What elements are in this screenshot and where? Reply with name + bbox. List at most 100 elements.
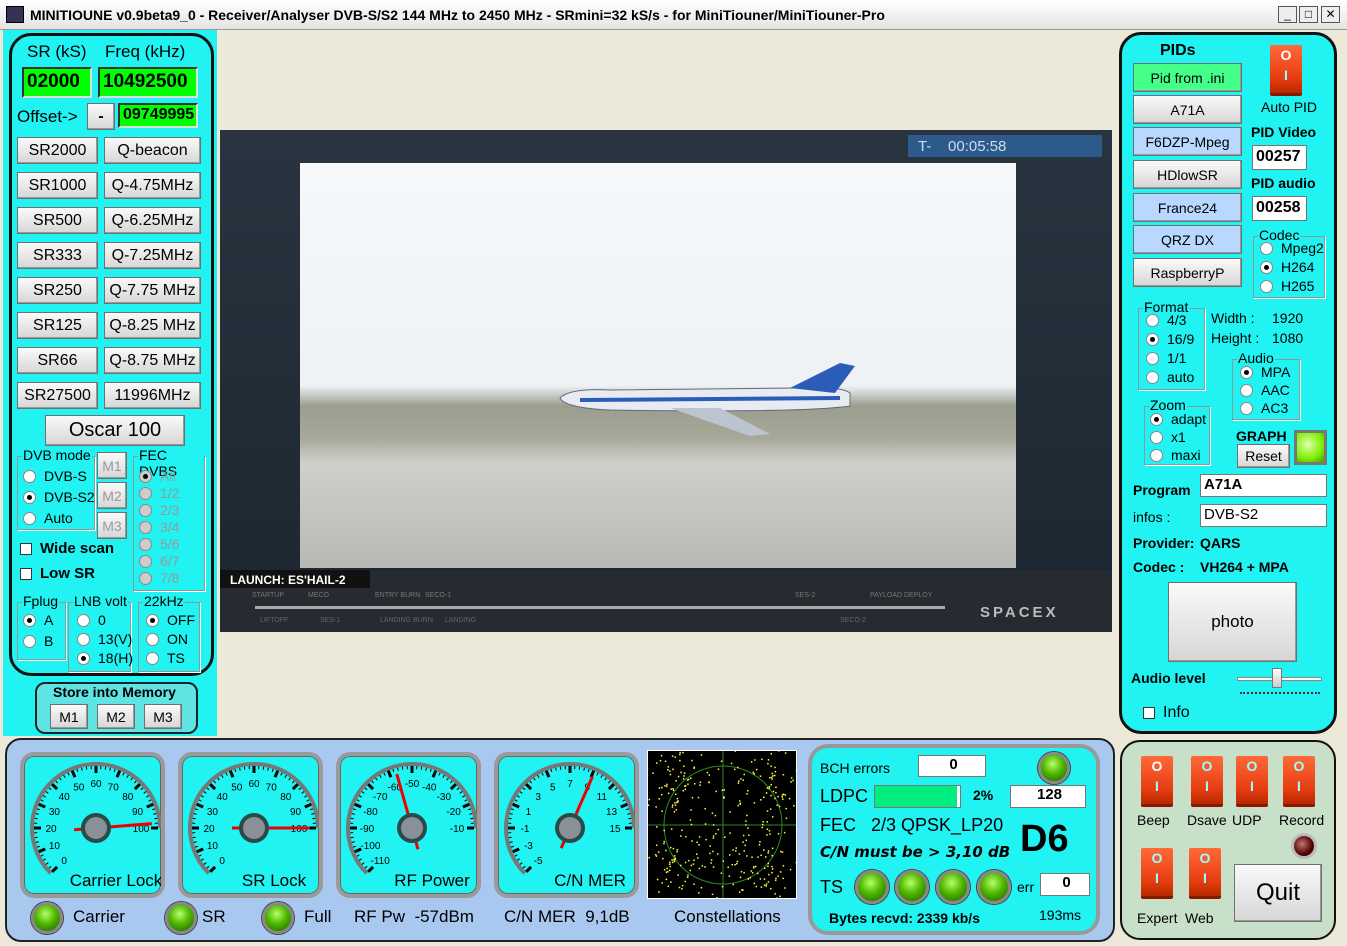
record-switch[interactable]: OI — [1283, 756, 1315, 804]
radio-option[interactable]: x1 — [1150, 429, 1186, 445]
freq-preset-button[interactable]: Q-7.75 MHz — [104, 277, 201, 304]
low-sr-checkbox[interactable]: Low SR — [20, 565, 95, 582]
radio-option[interactable]: B — [23, 633, 53, 649]
quit-button[interactable]: Quit — [1234, 864, 1322, 922]
gauge-tick — [364, 787, 368, 791]
store-m2-button[interactable]: M2 — [97, 704, 135, 729]
pid-audio-input[interactable]: 00258 — [1252, 196, 1307, 221]
bch-led — [1038, 752, 1070, 784]
offset-input[interactable]: 09749995 — [118, 103, 198, 128]
radio-option[interactable]: DVB-S — [23, 468, 87, 484]
freq-preset-button[interactable]: Q-beacon — [104, 137, 201, 164]
pid-preset-button[interactable]: HDlowSR — [1133, 160, 1242, 189]
radio-option[interactable]: auto — [1146, 369, 1194, 385]
sr-preset-button[interactable]: SR66 — [17, 347, 98, 374]
radio-option[interactable]: AAC — [1240, 382, 1290, 398]
pid-preset-button[interactable]: A71A — [1133, 95, 1242, 124]
video-display: T- 00:05:58 LAUNCH: ES'HAIL-2 STARTUP MEC… — [220, 130, 1112, 632]
sr-preset-button[interactable]: SR500 — [17, 207, 98, 234]
symbol-point — [737, 782, 740, 784]
radio-option[interactable]: ON — [146, 631, 188, 647]
symbol-point — [681, 829, 683, 832]
radio-option[interactable]: Mpeg2 — [1260, 240, 1324, 256]
countdown-prefix: T- — [918, 138, 932, 155]
symbol-point — [691, 759, 693, 762]
radio-option[interactable]: A — [23, 612, 53, 628]
radio-option[interactable]: maxi — [1150, 447, 1201, 463]
radio-option[interactable]: OFF — [146, 612, 195, 628]
freq-preset-button[interactable]: Q-4.75MHz — [104, 172, 201, 199]
sr-preset-button[interactable]: SR250 — [17, 277, 98, 304]
gauge-tick-label: 80 — [122, 792, 134, 803]
radio-option[interactable]: 1/1 — [1146, 350, 1186, 366]
gauge-tick — [48, 865, 52, 869]
pid-video-input[interactable]: 00257 — [1252, 145, 1307, 170]
symbol-point — [679, 751, 681, 754]
freq-preset-button[interactable]: Q-6.25MHz — [104, 207, 201, 234]
radio-option[interactable]: AC3 — [1240, 400, 1288, 416]
symbol-point — [761, 758, 763, 761]
pid-preset-button[interactable]: RaspberryP — [1133, 258, 1242, 287]
radio-option[interactable]: MPA — [1240, 364, 1290, 380]
sr-preset-button[interactable]: SR125 — [17, 312, 98, 339]
symbol-point — [689, 819, 692, 821]
store-m1-button[interactable]: M1 — [50, 704, 88, 729]
memory-recall-m2-button[interactable]: M2 — [97, 482, 127, 509]
audio-level-thumb[interactable] — [1272, 668, 1282, 688]
symbol-point — [767, 881, 770, 883]
dsave-switch[interactable]: OI — [1191, 756, 1223, 804]
radio-option[interactable]: H264 — [1260, 259, 1314, 275]
sr-preset-button[interactable]: SR27500 — [17, 382, 98, 409]
radio-option[interactable]: DVB-S2 — [23, 489, 95, 505]
radio-option[interactable]: 13(V) — [77, 631, 132, 647]
photo-button[interactable]: photo — [1168, 582, 1297, 662]
radio-option[interactable]: 18(H) — [77, 650, 133, 666]
freq-preset-button[interactable]: Q-8.75 MHz — [104, 347, 201, 374]
symbol-point — [768, 830, 771, 832]
maximize-button[interactable]: □ — [1299, 6, 1318, 23]
memory-recall-m1-button[interactable]: M1 — [97, 452, 127, 479]
minimize-button[interactable]: _ — [1278, 6, 1297, 23]
radio-label: DVB-S — [44, 468, 87, 484]
pid-preset-button[interactable]: Pid from .ini — [1133, 63, 1242, 92]
symbol-point — [765, 792, 768, 794]
radio-option[interactable]: 16/9 — [1146, 331, 1194, 347]
radio-option[interactable]: 4/3 — [1146, 312, 1186, 328]
pid-preset-button[interactable]: F6DZP-Mpeg — [1133, 127, 1242, 156]
ts-led-4 — [977, 870, 1011, 904]
sr-input[interactable]: 02000 — [22, 67, 92, 98]
expert-switch[interactable]: OI — [1141, 848, 1173, 896]
sr-preset-button[interactable]: SR2000 — [17, 137, 98, 164]
udp-switch[interactable]: OI — [1236, 756, 1268, 804]
freq-preset-button[interactable]: 11996MHz — [104, 382, 201, 409]
radio-option[interactable]: TS — [146, 650, 185, 666]
radio-option[interactable]: adapt — [1150, 411, 1206, 427]
infos-input[interactable]: DVB-S2 — [1200, 504, 1327, 527]
radio-option[interactable]: Auto — [23, 510, 73, 526]
freq-preset-button[interactable]: Q-8.25 MHz — [104, 312, 201, 339]
radio-option[interactable]: 0 — [77, 612, 106, 628]
close-button[interactable]: ✕ — [1321, 6, 1340, 23]
sr-preset-button[interactable]: SR1000 — [17, 172, 98, 199]
program-input[interactable]: A71A — [1200, 474, 1327, 497]
symbol-point — [721, 789, 724, 792]
oscar-100-button[interactable]: Oscar 100 — [45, 415, 185, 446]
beep-switch[interactable]: OI — [1141, 756, 1173, 804]
sr-preset-button[interactable]: SR333 — [17, 242, 98, 269]
auto-pid-switch[interactable]: OI — [1270, 45, 1302, 93]
graph-indicator[interactable] — [1294, 430, 1327, 465]
wide-scan-checkbox[interactable]: Wide scan — [20, 540, 114, 557]
pid-preset-button[interactable]: France24 — [1133, 193, 1242, 222]
store-m3-button[interactable]: M3 — [144, 704, 182, 729]
web-switch[interactable]: OI — [1189, 848, 1221, 896]
offset-sign-button[interactable]: - — [87, 103, 115, 130]
freq-input[interactable]: 10492500 — [98, 67, 198, 98]
symbol-point — [753, 882, 756, 885]
freq-preset-button[interactable]: Q-7.25MHz — [104, 242, 201, 269]
pid-preset-button[interactable]: QRZ DX — [1133, 225, 1242, 254]
memory-recall-m3-button[interactable]: M3 — [97, 512, 127, 539]
info-checkbox[interactable]: Info — [1143, 704, 1190, 722]
reset-button[interactable]: Reset — [1237, 444, 1290, 468]
gauge-tick — [209, 783, 217, 791]
radio-option[interactable]: H265 — [1260, 278, 1314, 294]
